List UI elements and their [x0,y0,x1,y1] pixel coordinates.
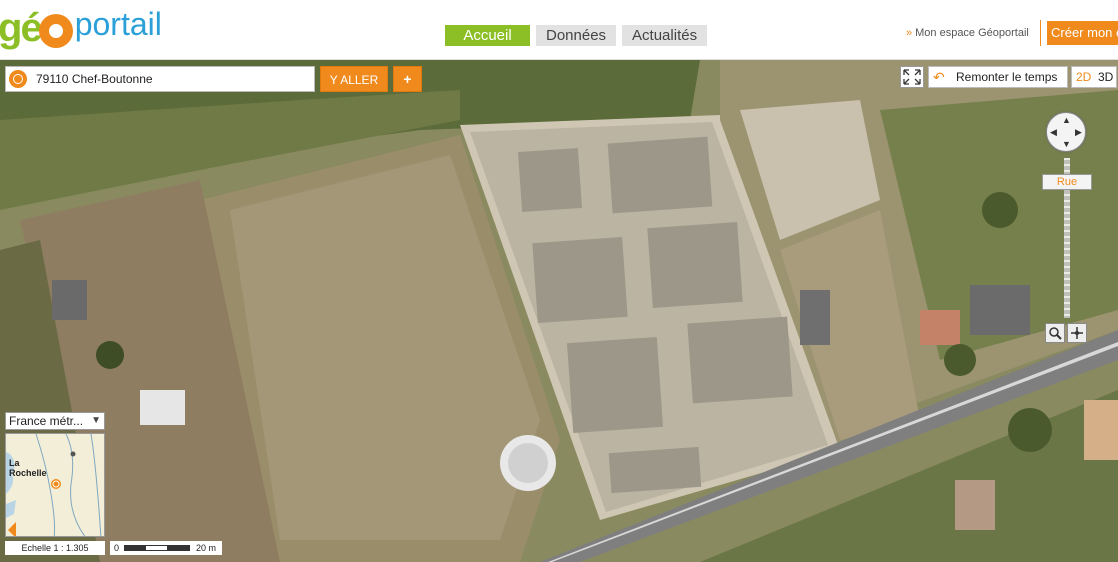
fullscreen-button[interactable] [900,66,924,88]
arrow-down-icon[interactable]: ▼ [1062,139,1071,149]
city-line1: La [9,458,20,468]
fullscreen-icon [903,69,921,85]
remonter-le-temps-button[interactable]: ↶ Remonter le temps [928,66,1068,88]
tab-actualites[interactable]: Actualités [622,25,708,46]
scale-bar: 0 20 m [110,541,222,555]
header: gé portail Accueil Données Actualités » M… [0,0,1118,60]
logo-portail: portail [74,6,162,42]
scale-end: 20 m [196,543,217,553]
mon-espace-label: Mon espace Géoportail [915,27,1029,39]
remonter-label: Remonter le temps [956,70,1058,84]
minimap-drawing [6,434,102,536]
magnifier-icon [1049,327,1062,340]
location-icon [9,70,27,88]
logo-ge: gé [0,6,43,50]
mon-espace-link[interactable]: » Mon espace Géoportail [906,27,1029,39]
mode-3d-button[interactable]: 3D [1098,67,1113,87]
logo-o-circle [38,14,73,48]
crosshair-icon [1071,327,1083,339]
search-box [5,66,315,92]
dropdown-caret-icon: ▼ [91,415,101,426]
arrow-left-icon[interactable]: ◀ [1050,127,1057,138]
geoportail-logo[interactable]: gé portail [0,0,162,48]
search-input[interactable] [36,67,311,91]
overview-minimap[interactable]: La Rochelle [5,433,105,537]
main-nav: Accueil Données Actualités [445,25,708,46]
aerial-map[interactable]: Y ALLER + ↶ Remonter le temps 2D 3D ▲ ▼ … [0,60,1118,562]
echelle-label: Echelle 1 : 1.305 [5,541,105,555]
center-button[interactable] [1067,323,1087,343]
arrow-up-icon[interactable]: ▲ [1062,115,1071,125]
zoom-level-label[interactable]: Rue [1042,174,1092,190]
y-aller-button[interactable]: Y ALLER [320,66,388,92]
header-separator [1040,20,1041,46]
dimension-switch: 2D 3D [1071,66,1117,88]
tab-accueil[interactable]: Accueil [445,25,530,46]
region-label: France métr... [9,414,84,428]
scale-bar-graphic [124,545,190,551]
pan-control[interactable]: ▲ ▼ ◀ ▶ [1046,112,1086,152]
minimap-city-label: La Rochelle [9,458,47,478]
aerial-imagery [0,60,1118,562]
scale-zero: 0 [114,543,120,553]
arrow-right-icon[interactable]: ▶ [1075,127,1082,138]
chevron-right-icon: » [906,27,913,39]
city-line2: Rochelle [9,468,47,478]
plus-button[interactable]: + [393,66,422,92]
region-select[interactable]: France métr... ▼ [5,412,105,430]
undo-arrow-icon: ↶ [933,69,945,85]
tab-donnees[interactable]: Données [536,25,617,46]
zoom-search-button[interactable] [1045,323,1065,343]
create-account-button[interactable]: Créer mon e [1047,21,1118,45]
mode-2d-button[interactable]: 2D [1076,67,1091,87]
